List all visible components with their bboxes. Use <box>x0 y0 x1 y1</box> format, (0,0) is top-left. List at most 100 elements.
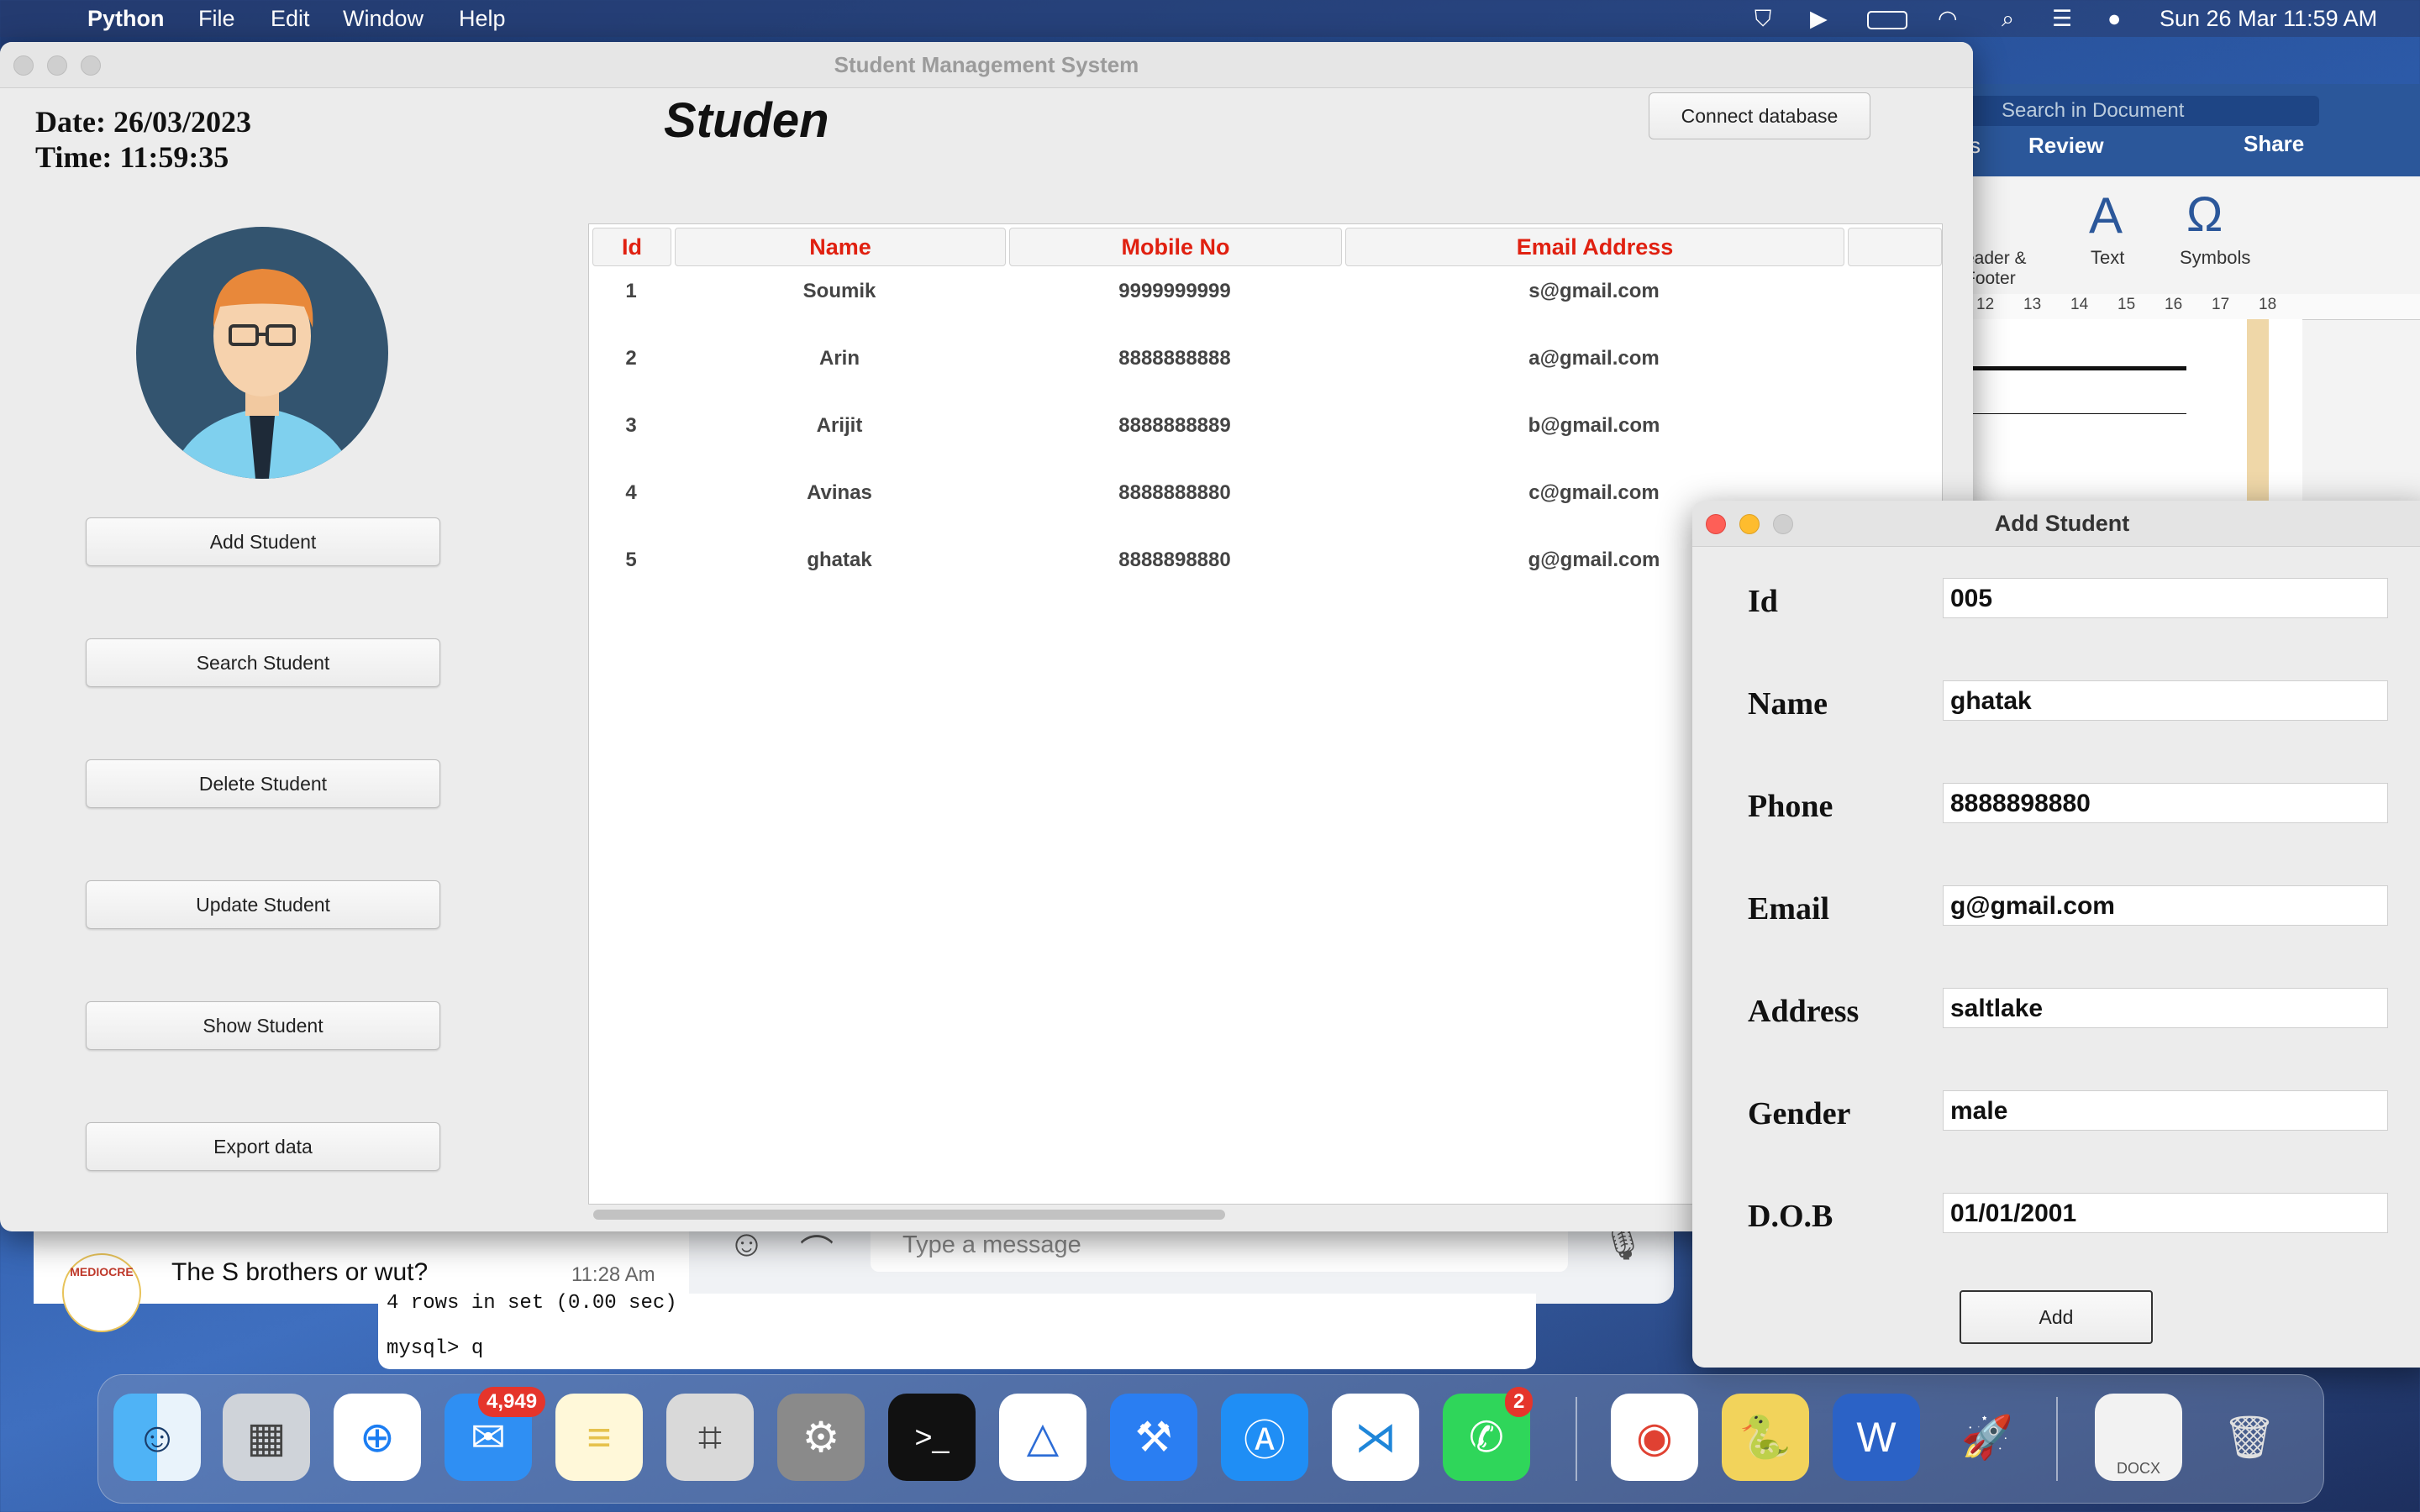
text-icon: A <box>2089 187 2123 244</box>
person-icon <box>170 269 355 479</box>
word-icon[interactable]: W <box>1833 1394 1920 1481</box>
menu-window[interactable]: Window <box>343 6 424 32</box>
phone-field[interactable]: 8888898880 <box>1943 783 2388 823</box>
add-student-button[interactable]: Add Student <box>86 517 440 566</box>
update-student-button[interactable]: Update Student <box>86 880 440 929</box>
ruler-12: 12 <box>1976 296 1995 313</box>
terminal-prompt[interactable]: mysql> q <box>387 1337 483 1360</box>
dob-field[interactable]: 01/01/2001 <box>1943 1193 2388 1233</box>
search-student-button[interactable]: Search Student <box>86 638 440 687</box>
finder-icon[interactable]: ☺ <box>113 1394 201 1481</box>
cell-id: 3 <box>625 414 637 437</box>
system-settings-icon[interactable]: ⚙ <box>777 1394 865 1481</box>
column-header-email[interactable]: Email Address <box>1345 228 1844 266</box>
gender-label: Gender <box>1748 1096 1851 1131</box>
app-store-icon[interactable]: Ⓐ <box>1221 1394 1308 1481</box>
word-toolbar: Search in Document s Review Share <box>1966 84 2420 176</box>
phone-label: Phone <box>1748 789 1833 824</box>
doc-margin <box>2247 319 2269 521</box>
cell-name: Arin <box>819 347 860 370</box>
wifi-icon[interactable]: ◠ <box>1938 6 1958 32</box>
name-field[interactable]: ghatak <box>1943 680 2388 721</box>
cell-id: 5 <box>625 549 637 571</box>
word-symbols-label[interactable]: Symbols <box>2180 247 2250 269</box>
chrome-icon[interactable]: ◉ <box>1611 1394 1698 1481</box>
safari-icon[interactable]: ⊕ <box>334 1394 421 1481</box>
delete-student-button[interactable]: Delete Student <box>86 759 440 808</box>
chat-preview: The S brothers or wut? <box>171 1258 429 1286</box>
word-share-button[interactable]: Share <box>2244 131 2304 157</box>
omega-icon: Ω <box>2186 187 2223 242</box>
add-button[interactable]: Add <box>1960 1290 2153 1344</box>
word-window: Search in Document s Review Share eader … <box>1965 84 2420 521</box>
ruler-18: 18 <box>2259 296 2277 313</box>
search-icon[interactable]: ⌕ <box>2002 6 2014 33</box>
terminal-window: 4 rows in set (0.00 sec) mysql> q <box>378 1292 1536 1369</box>
android-studio-icon[interactable]: △ <box>999 1394 1086 1481</box>
cell-name: ghatak <box>807 549 872 571</box>
cell-id: 2 <box>625 347 637 370</box>
trash-icon[interactable]: 🗑 <box>2206 1394 2293 1481</box>
show-student-button[interactable]: Show Student <box>86 1001 440 1050</box>
battery-icon[interactable] <box>1867 11 1907 29</box>
address-label: Address <box>1748 994 1860 1029</box>
menu-help[interactable]: Help <box>459 6 506 32</box>
whatsapp-badge: 2 <box>1505 1387 1534 1417</box>
time-label: Time: 11:59:35 <box>35 140 229 174</box>
menu-file[interactable]: File <box>198 6 235 32</box>
launchpad-icon[interactable]: ▦ <box>223 1394 310 1481</box>
dob-label: D.O.B <box>1748 1199 1833 1234</box>
siri-icon[interactable]: ● <box>2107 6 2121 32</box>
address-field[interactable]: saltlake <box>1943 988 2388 1028</box>
control-center-icon[interactable]: ☰ <box>2052 6 2072 32</box>
word-page <box>1966 319 2302 521</box>
id-field[interactable]: 005 <box>1943 578 2388 618</box>
main-window: Student Management System Date: 26/03/20… <box>0 42 1973 1231</box>
chat-avatar: MEDIOCRE <box>62 1253 141 1332</box>
add-student-titlebar: Add Student <box>1692 501 2420 547</box>
ruler-17: 17 <box>2212 296 2230 313</box>
menu-clock[interactable]: Sun 26 Mar 11:59 AM <box>2160 6 2377 32</box>
cell-name: Avinas <box>807 481 872 504</box>
export-data-button[interactable]: Export data <box>86 1122 440 1171</box>
terminal-icon[interactable]: >_ <box>888 1394 976 1481</box>
id-label: Id <box>1748 584 1778 619</box>
cell-mobile: 8888888888 <box>1118 347 1231 370</box>
menu-bar: Python File Edit Window Help ⛉ ▶ ◠ ⌕ ☰ ●… <box>0 0 2420 37</box>
horizontal-scrollbar[interactable] <box>593 1210 1225 1220</box>
attach-icon[interactable]: ⌒ <box>800 1225 834 1273</box>
terminal-line-1: 4 rows in set (0.00 sec) <box>387 1292 677 1315</box>
word-search-input[interactable]: Search in Document <box>1966 96 2319 126</box>
column-header-mobile[interactable]: Mobile No <box>1009 228 1342 266</box>
shield-icon[interactable]: ⛉ <box>1754 6 1771 33</box>
notes-icon[interactable]: ≡ <box>555 1394 643 1481</box>
cell-mobile: 8888888880 <box>1118 481 1231 504</box>
menu-app-name[interactable]: Python <box>87 6 165 32</box>
rocket-icon[interactable]: 🚀 <box>1944 1394 2031 1481</box>
word-tab-review[interactable]: Review <box>2028 133 2104 159</box>
python-launcher-icon[interactable]: 🐍 <box>1722 1394 1809 1481</box>
date-label: Date: 26/03/2023 <box>35 105 251 139</box>
cell-name: Arijit <box>816 414 863 437</box>
word-header-footer[interactable]: eader & Footer <box>1965 249 2027 289</box>
cell-mobile: 8888898880 <box>1118 549 1231 571</box>
dock: ☺ ▦ ⊕ ✉ 4,949 ≡ ⌗ ⚙ >_ △ ⚒ Ⓐ ⋊ ✆ 2 ◉ 🐍 W… <box>97 1374 2324 1504</box>
cell-mobile: 9999999999 <box>1118 280 1231 302</box>
docx-file-icon[interactable]: DOCX <box>2095 1394 2182 1481</box>
word-text-label[interactable]: Text <box>2091 247 2124 269</box>
cell-mobile: 8888888889 <box>1118 414 1231 437</box>
menu-edit[interactable]: Edit <box>271 6 310 32</box>
connect-database-button[interactable]: Connect database <box>1649 92 1870 139</box>
email-label: Email <box>1748 891 1830 927</box>
email-field[interactable]: g@gmail.com <box>1943 885 2388 926</box>
calculator-icon[interactable]: ⌗ <box>666 1394 754 1481</box>
gender-field[interactable]: male <box>1943 1090 2388 1131</box>
vscode-icon[interactable]: ⋊ <box>1332 1394 1419 1481</box>
xcode-icon[interactable]: ⚒ <box>1110 1394 1197 1481</box>
cell-email: b@gmail.com <box>1528 414 1660 437</box>
column-header-name[interactable]: Name <box>675 228 1006 266</box>
column-header-id[interactable]: Id <box>592 228 671 266</box>
ruler-16: 16 <box>2165 296 2183 313</box>
play-icon[interactable]: ▶ <box>1810 6 1828 32</box>
page-title: Studen <box>664 93 829 148</box>
